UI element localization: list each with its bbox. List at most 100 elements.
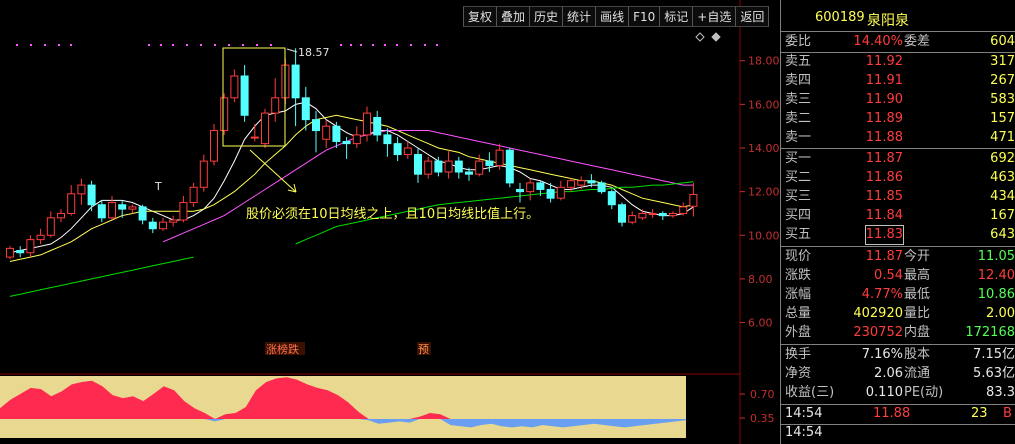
stat-label: 涨幅: [785, 287, 812, 302]
y-tick-label: 16.00: [748, 98, 780, 111]
ask-row[interactable]: 卖一 11.88 471: [781, 129, 1015, 147]
level-volume: 167: [990, 208, 1015, 223]
toolbar-item[interactable]: 标记: [659, 6, 693, 27]
candle-down: [618, 202, 626, 227]
tick-row[interactable]: 14:54 11.88 23 B: [781, 406, 1015, 424]
candle-up: [271, 78, 280, 122]
signal-dot: [270, 44, 272, 46]
candle-body: [546, 188, 555, 199]
stat-value: 83.3: [986, 385, 1015, 400]
candle-down: [332, 121, 341, 148]
stock-code[interactable]: 600189: [815, 10, 865, 25]
level-label: 卖四: [785, 73, 812, 88]
signal-dot: [396, 44, 398, 46]
kline-chart-svg[interactable]: 18.00 16.00 14.00 12.00 10.00 8.00 6.00 18.57 T 股…: [0, 0, 780, 444]
signal-dot: [350, 44, 352, 46]
toolbar-item[interactable]: 叠加: [496, 6, 530, 27]
toolbar-item[interactable]: 历史: [529, 6, 563, 27]
bid-row[interactable]: 买四 11.84 167: [781, 207, 1015, 225]
stat-value: 0.54: [874, 268, 903, 283]
stat-label: 量比: [904, 306, 931, 321]
stat-value: 230752: [853, 325, 903, 340]
level-label: 卖二: [785, 111, 812, 126]
level-price: 11.85: [865, 189, 903, 204]
candle-up: [159, 217, 167, 231]
stat-value: 5.63亿: [973, 366, 1015, 381]
stat-label: 流通: [904, 366, 931, 381]
candle-body: [169, 219, 178, 223]
level-label: 卖五: [785, 54, 812, 69]
stat-value: 10.86: [977, 287, 1015, 302]
level-label: 卖一: [785, 130, 812, 145]
stat-value: 12.40: [977, 268, 1015, 283]
toolbar-item[interactable]: 返回: [735, 6, 770, 27]
candle-up: [179, 196, 188, 223]
tick-time: 14:54: [785, 425, 823, 440]
candle-body: [332, 125, 341, 142]
candle-body: [108, 202, 116, 219]
diamond-filled-icon: [711, 32, 721, 42]
candle-body: [87, 184, 96, 206]
candle-up: [322, 119, 331, 148]
candle-down: [597, 180, 606, 194]
quote-panel: 600189 泉阳泉 委比 14.40% 委差 604 卖五 11.92 317 卖四…: [780, 0, 1015, 444]
toolbar-item[interactable]: F10: [628, 6, 660, 27]
stat-label: 今开: [904, 249, 931, 264]
candle-down: [658, 211, 667, 220]
bid-row[interactable]: 买二 11.86 463: [781, 169, 1015, 187]
candle-up: [250, 124, 259, 142]
signal-dot: [58, 44, 60, 46]
stat-value: 2.00: [986, 306, 1015, 321]
ask-row[interactable]: 卖二 11.89 157: [781, 110, 1015, 128]
stat-value: 7.15亿: [973, 347, 1015, 362]
bid-row[interactable]: 买一 11.87 692: [781, 150, 1015, 168]
toolbar-item[interactable]: +自选: [692, 6, 736, 27]
candle-body: [577, 180, 586, 186]
candle-up: [648, 209, 657, 218]
tick-row[interactable]: 14:54: [781, 425, 1015, 443]
level-volume: 317: [990, 54, 1015, 69]
candle-up: [638, 209, 647, 220]
ask-row[interactable]: 卖五 11.92 317: [781, 53, 1015, 71]
candle-body: [291, 64, 300, 99]
weibi-label: 委比: [785, 34, 812, 49]
tick-time: 14:54: [785, 406, 823, 421]
ask-row[interactable]: 卖四 11.91 267: [781, 72, 1015, 90]
y-tick-label: 10.00: [748, 229, 780, 242]
toolbar-item[interactable]: 复权: [463, 6, 497, 27]
stat-value: 402920: [853, 306, 903, 321]
candle-down: [414, 148, 422, 183]
level-price: 11.90: [865, 92, 903, 107]
candle-body: [505, 149, 514, 184]
candle-body: [526, 182, 535, 193]
signal-dot: [242, 44, 244, 46]
kline-chart-panel[interactable]: 18.00 16.00 14.00 12.00 10.00 8.00 6.00 18.57 T 股…: [0, 0, 780, 444]
signal-dot: [214, 44, 216, 46]
candle-body: [567, 180, 575, 188]
stat-label: 最高: [904, 268, 931, 283]
level-price: 11.89: [865, 111, 903, 126]
bid-row[interactable]: 买三 11.85 434: [781, 188, 1015, 206]
candle-up: [67, 185, 76, 216]
candle-body: [159, 221, 167, 230]
candle-body: [403, 147, 412, 156]
candle-body: [26, 239, 35, 254]
toolbar-item[interactable]: 画线: [595, 6, 629, 27]
level-volume: 692: [990, 151, 1015, 166]
level-label: 卖三: [785, 92, 812, 107]
candle-down: [16, 246, 25, 258]
candle-up: [495, 143, 504, 170]
ask-row[interactable]: 卖三 11.90 583: [781, 91, 1015, 109]
stat-row: 净资 2.06 流通 5.63亿: [781, 365, 1015, 383]
candle-down: [148, 217, 157, 234]
candle-body: [485, 160, 494, 166]
candle-body: [240, 75, 249, 116]
bid-row[interactable]: 买五 11.83 643: [781, 225, 1015, 245]
stock-name[interactable]: 泉阳泉: [867, 10, 909, 30]
toolbar-item[interactable]: 统计: [562, 6, 596, 27]
high-price-label: 18.57: [298, 46, 330, 59]
candle-body: [383, 134, 392, 145]
tick-volume: 23: [971, 406, 988, 421]
level-price: 11.92: [865, 54, 903, 69]
signal-dot: [340, 44, 342, 46]
